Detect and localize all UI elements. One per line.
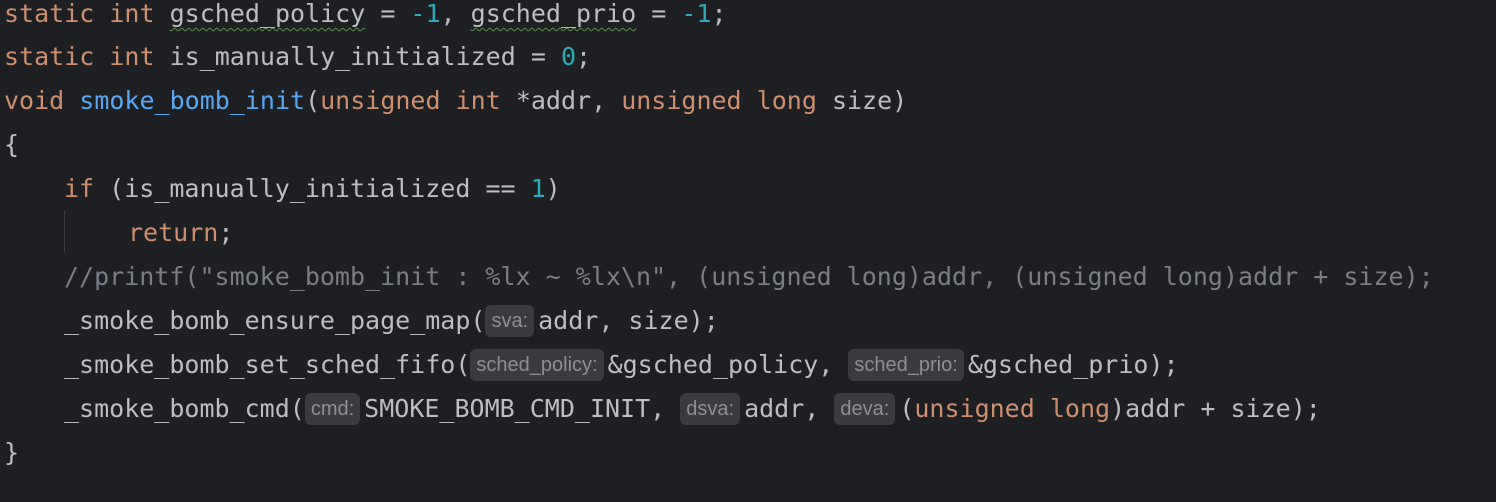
keyword: void xyxy=(4,86,65,115)
argument: &gsched_prio); xyxy=(967,350,1179,379)
param-size: size) xyxy=(816,86,908,115)
close-paren: ) xyxy=(545,174,561,203)
number-literal: -1 xyxy=(681,0,712,28)
semicolon: ; xyxy=(576,42,592,71)
number-literal: -1 xyxy=(410,0,441,28)
close-brace: } xyxy=(4,438,20,467)
separator: , xyxy=(440,0,471,28)
condition: (is_manually_initialized == xyxy=(94,174,531,203)
code-line-3[interactable]: void smoke_bomb_init(unsigned int *addr,… xyxy=(4,81,907,121)
argument: )addr + size); xyxy=(1110,394,1321,423)
keyword: int xyxy=(109,0,155,28)
param-addr: *addr, xyxy=(500,86,622,115)
code-line-6[interactable]: return; xyxy=(4,213,233,253)
comment: //printf("smoke_bomb_init : %lx ~ %lx\n"… xyxy=(64,262,1434,291)
keyword: unsigned xyxy=(621,86,742,115)
function-call[interactable]: _smoke_bomb_set_sched_fifo( xyxy=(64,350,470,379)
function-call[interactable]: _smoke_bomb_cmd( xyxy=(64,394,305,423)
argument: addr, xyxy=(744,394,835,423)
parameter-hint: cmd: xyxy=(304,393,361,425)
keyword: int xyxy=(109,42,155,71)
code-line-9[interactable]: _smoke_bomb_set_sched_fifo(sched_policy:… xyxy=(4,345,1179,385)
code-line-2[interactable]: static int is_manually_initialized = 0; xyxy=(4,37,591,77)
code-line-5[interactable]: if (is_manually_initialized == 1) xyxy=(4,169,561,209)
keyword: long xyxy=(756,86,817,115)
paren: ( xyxy=(899,394,915,423)
open-brace: { xyxy=(4,130,20,159)
code-line-7[interactable]: //printf("smoke_bomb_init : %lx ~ %lx\n"… xyxy=(4,257,1434,297)
variable-is-manually-initialized: is_manually_initialized xyxy=(169,42,516,71)
parameter-hint: sched_policy: xyxy=(470,349,604,381)
argument: &gsched_policy, xyxy=(607,350,849,379)
code-line-1[interactable]: static int gsched_policy = -1, gsched_pr… xyxy=(4,0,727,34)
code-editor[interactable]: static int gsched_policy = -1, gsched_pr… xyxy=(0,0,1496,502)
keyword: static xyxy=(4,42,95,71)
code-line-10[interactable]: _smoke_bomb_cmd(cmd: SMOKE_BOMB_CMD_INIT,… xyxy=(4,389,1321,429)
keyword: unsigned xyxy=(914,394,1035,423)
number-literal: 0 xyxy=(560,42,576,71)
number-literal: 1 xyxy=(530,174,546,203)
operator: = xyxy=(636,0,682,28)
arguments: addr, size); xyxy=(538,306,719,335)
semicolon: ; xyxy=(218,218,234,247)
parameter-hint: deva: xyxy=(834,393,896,425)
paren: ( xyxy=(305,86,321,115)
function-name[interactable]: smoke_bomb_init xyxy=(79,86,305,115)
keyword: int xyxy=(455,86,501,115)
keyword: static xyxy=(4,0,95,28)
keyword: if xyxy=(64,174,95,203)
parameter-hint: sva: xyxy=(485,305,535,337)
variable-gsched-prio: gsched_prio xyxy=(470,0,637,28)
argument: SMOKE_BOMB_CMD_INIT, xyxy=(364,394,681,423)
semicolon: ; xyxy=(711,0,727,28)
keyword: long xyxy=(1049,394,1111,423)
keyword: unsigned xyxy=(320,86,441,115)
code-line-8[interactable]: _smoke_bomb_ensure_page_map(sva: addr, si… xyxy=(4,301,719,341)
function-call[interactable]: _smoke_bomb_ensure_page_map( xyxy=(64,306,485,335)
parameter-hint: sched_prio: xyxy=(848,349,964,381)
parameter-hint: dsva: xyxy=(680,393,741,425)
code-line-11[interactable]: } xyxy=(4,433,19,473)
variable-gsched-policy: gsched_policy xyxy=(169,0,366,28)
operator: = xyxy=(365,0,411,28)
keyword: return xyxy=(128,218,219,247)
operator: = xyxy=(515,42,561,71)
code-line-4[interactable]: { xyxy=(4,125,19,165)
